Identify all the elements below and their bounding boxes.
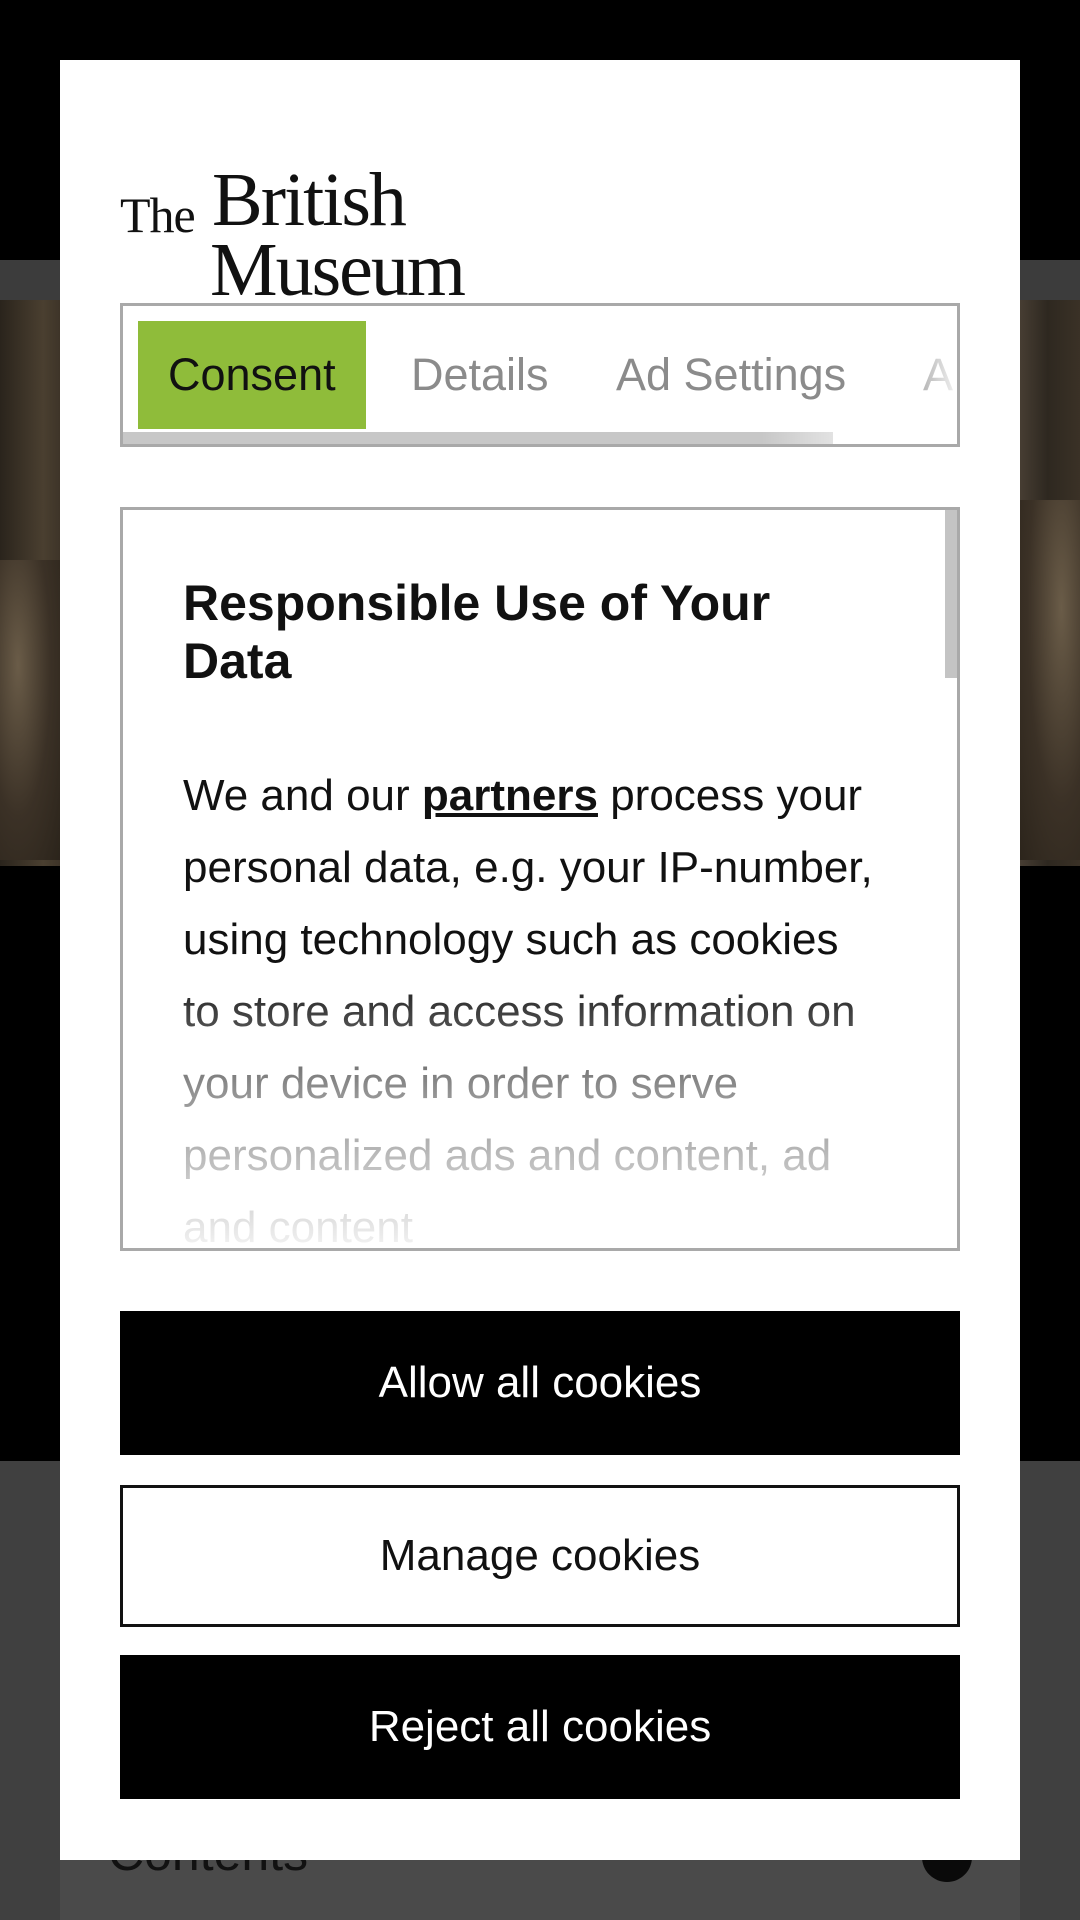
content-scrollbar[interactable] bbox=[945, 510, 957, 678]
cookie-consent-modal: The British Museum Consent Details Ad Se… bbox=[60, 60, 1020, 1860]
manage-cookies-button[interactable]: Manage cookies bbox=[120, 1485, 960, 1627]
background-artifact-left bbox=[0, 560, 60, 860]
tab-details[interactable]: Details bbox=[411, 321, 549, 429]
reject-all-cookies-button[interactable]: Reject all cookies bbox=[120, 1655, 960, 1799]
content-body: We and our partners process your persona… bbox=[183, 760, 883, 1251]
logo-british: British bbox=[212, 158, 407, 242]
consent-tabs: Consent Details Ad Settings A bbox=[120, 303, 960, 447]
content-body-suffix: process your personal data, e.g. your IP… bbox=[183, 771, 873, 1251]
background-artifact-right bbox=[1018, 500, 1080, 860]
consent-content-panel[interactable]: Responsible Use of Your Data We and our … bbox=[120, 507, 960, 1251]
allow-all-cookies-button[interactable]: Allow all cookies bbox=[120, 1311, 960, 1455]
content-body-prefix: We and our bbox=[183, 771, 422, 820]
tabs-scrollbar[interactable] bbox=[123, 432, 833, 444]
content-heading: Responsible Use of Your Data bbox=[183, 575, 771, 689]
tab-overflow-fade bbox=[897, 306, 957, 436]
tab-ad-settings[interactable]: Ad Settings bbox=[616, 321, 846, 429]
logo-the: The bbox=[120, 187, 196, 243]
partners-link[interactable]: partners bbox=[422, 771, 598, 820]
tab-consent[interactable]: Consent bbox=[138, 321, 366, 429]
logo-museum: Museum bbox=[210, 228, 466, 312]
british-museum-logo: The British Museum bbox=[120, 116, 500, 308]
